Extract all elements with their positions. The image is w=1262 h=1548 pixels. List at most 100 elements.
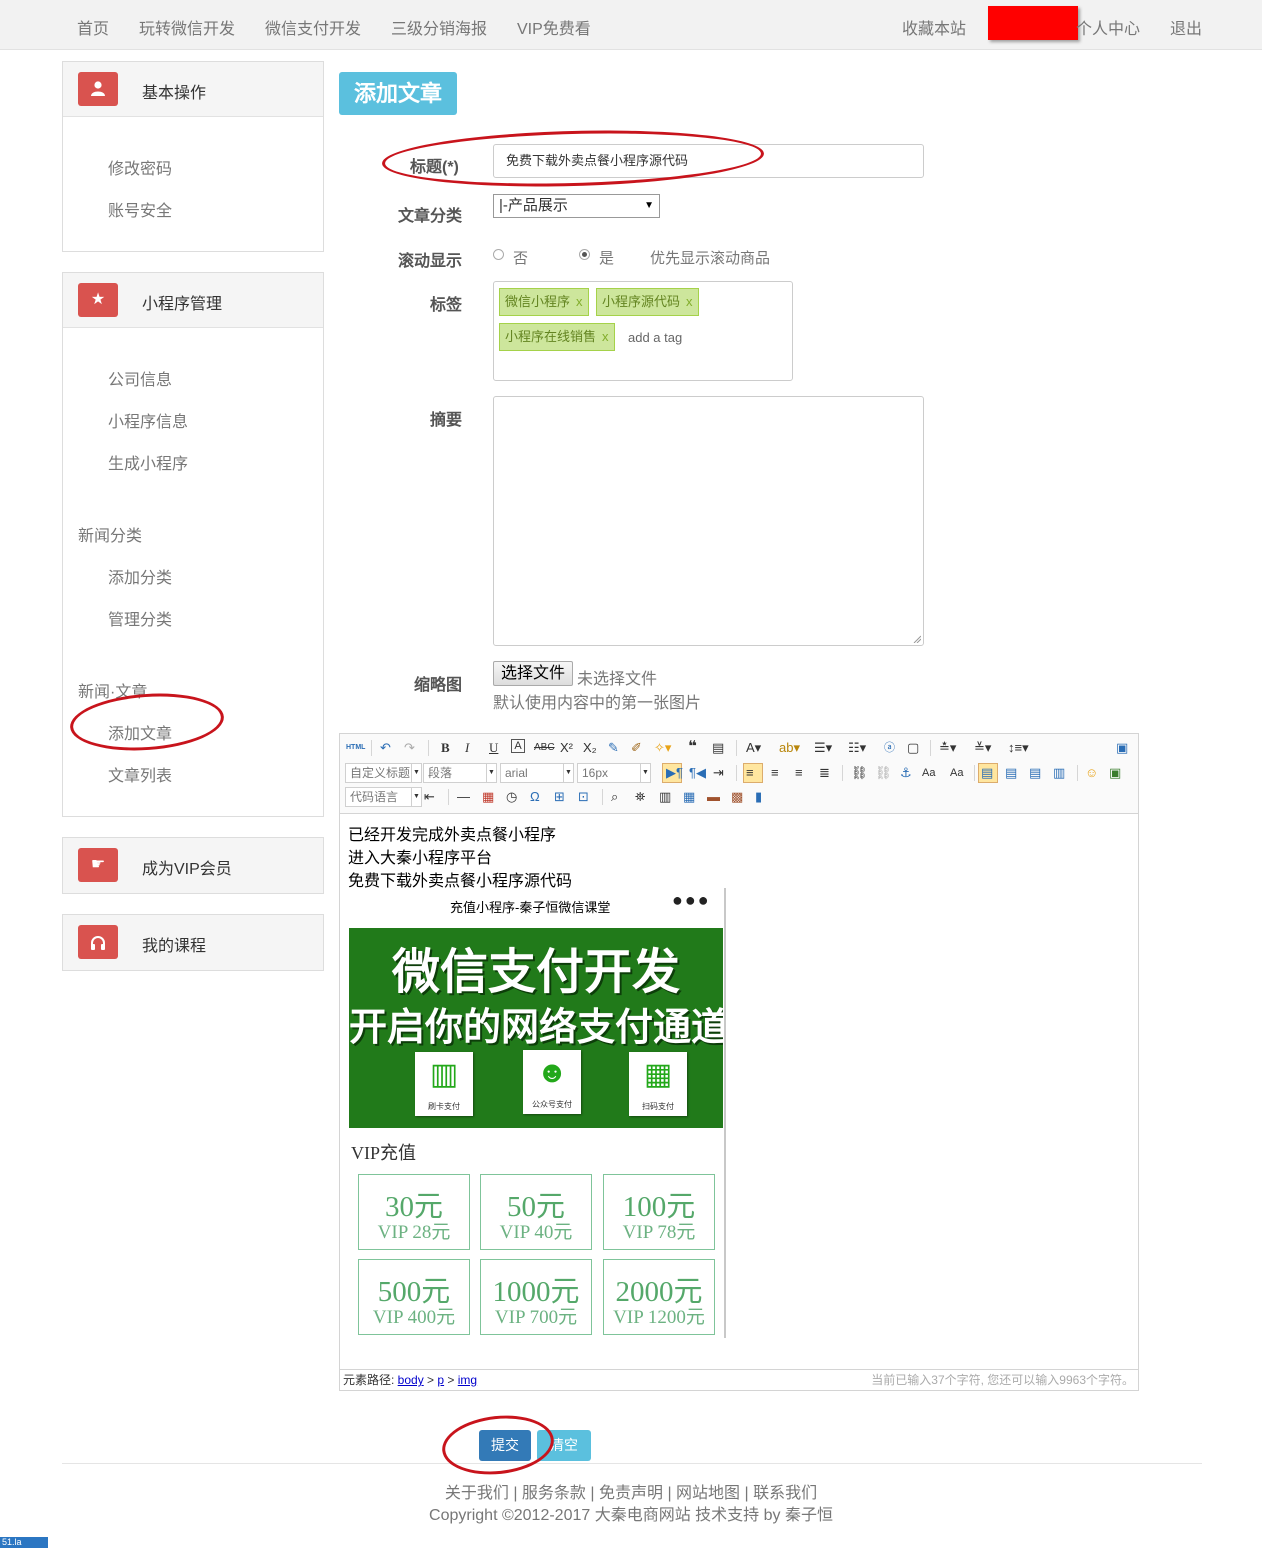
footer-link-sitemap[interactable]: 网站地图	[676, 1485, 740, 1502]
align-center-icon[interactable]: ≡	[771, 764, 779, 782]
wordimage-icon[interactable]: ⊡	[578, 788, 589, 806]
category-select[interactable]: |-产品展示 ▼	[493, 194, 660, 218]
sidebar-item-add-category[interactable]: 添加分类	[108, 564, 172, 588]
clear-format-icon[interactable]: ✐	[631, 739, 642, 757]
ordered-list-icon[interactable]: ☰▾	[814, 739, 832, 757]
image-left-icon[interactable]: ▤	[981, 764, 993, 782]
tags-input-box[interactable]: 微信小程序 x 小程序源代码 x 小程序在线销售 x add a tag	[493, 281, 793, 381]
choose-file-button[interactable]: 选择文件	[493, 661, 573, 686]
html-source-button[interactable]: HTML	[346, 739, 365, 757]
music-icon[interactable]: ▩	[731, 788, 743, 806]
date-icon[interactable]: ▦	[482, 788, 494, 806]
bold-icon[interactable]: B	[441, 739, 450, 757]
horizontal-rule-icon[interactable]: —	[457, 788, 470, 806]
scroll-yes-label[interactable]: 是	[599, 247, 614, 268]
scroll-yes-radio[interactable]	[579, 249, 590, 260]
insert-table-icon[interactable]: ▦	[683, 788, 695, 806]
font-border-icon[interactable]: A	[511, 739, 525, 753]
heading-select[interactable]: 自定义标题 ▼	[345, 763, 422, 783]
align-right-icon[interactable]: ≡	[795, 764, 803, 782]
align-left-icon[interactable]: ≡	[746, 764, 754, 782]
panel-header-basic[interactable]: 基本操作	[63, 62, 323, 117]
italic-icon[interactable]: I	[465, 739, 469, 757]
format-painter-icon[interactable]: ✎	[608, 739, 619, 757]
background-icon[interactable]: ▬	[707, 788, 720, 806]
time-icon[interactable]: ◷	[506, 788, 517, 806]
embedded-phone-screenshot[interactable]: 充值小程序-秦子恒微信课堂 ●●● 微信支付开发 开启你的网络支付通道 ▥ 刷卡…	[340, 888, 726, 1338]
path-body-link[interactable]: body	[398, 1373, 424, 1387]
image-center-icon[interactable]: ▥	[1053, 764, 1065, 782]
sidebar-panel-courses[interactable]: 我的课程	[62, 914, 324, 971]
unlink-icon[interactable]: ⛓	[875, 764, 892, 782]
footer-link-about[interactable]: 关于我们	[445, 1485, 509, 1502]
fullscreen-icon[interactable]: ▣	[1116, 739, 1128, 757]
nav-wechat-pay[interactable]: 微信支付开发	[265, 15, 361, 39]
clear-document-icon[interactable]: ▢	[907, 739, 919, 757]
row-spacing-top-icon[interactable]: ≛▾	[939, 739, 956, 757]
tag-add-input[interactable]: add a tag	[628, 330, 682, 345]
redo-icon[interactable]: ↷	[404, 739, 415, 757]
sidebar-item-change-password[interactable]: 修改密码	[108, 155, 172, 179]
font-size-select[interactable]: 16px ▼	[577, 763, 651, 783]
special-char-icon[interactable]: Ω	[530, 788, 540, 806]
rtl-icon[interactable]: ¶◀	[689, 764, 706, 782]
auto-typeset-icon[interactable]: ✧▾	[654, 739, 671, 757]
sidebar-item-generate-miniapp[interactable]: 生成小程序	[108, 450, 188, 474]
template-icon[interactable]: ▥	[659, 788, 671, 806]
nav-home[interactable]: 首页	[77, 15, 109, 39]
sidebar-item-manage-category[interactable]: 管理分类	[108, 606, 172, 630]
nav-vip-free[interactable]: VIP免费看	[517, 15, 591, 39]
row-spacing-bottom-icon[interactable]: ≚▾	[974, 739, 991, 757]
search-replace-icon[interactable]: ⌕	[611, 788, 618, 806]
nav-wechat-dev[interactable]: 玩转微信开发	[139, 15, 235, 39]
footer-link-contact[interactable]: 联系我们	[753, 1485, 817, 1502]
scroll-no-radio[interactable]	[493, 249, 504, 260]
image-right-icon[interactable]: ▤	[1005, 764, 1017, 782]
nav-logout[interactable]: 退出	[1170, 15, 1202, 39]
sidebar-panel-vip[interactable]: ☛ 成为VIP会员	[62, 837, 324, 894]
scroll-no-label[interactable]: 否	[513, 247, 528, 268]
font-family-select[interactable]: arial ▼	[500, 763, 574, 783]
path-img-link[interactable]: img	[458, 1373, 477, 1387]
image-float-none-icon[interactable]: Aa	[922, 764, 935, 782]
nav-distribution-poster[interactable]: 三级分销海报	[391, 15, 487, 39]
superscript-icon[interactable]: X²	[560, 739, 573, 757]
paragraph-select[interactable]: 段落 ▼	[423, 763, 497, 783]
code-language-select[interactable]: 代码语言 ▼	[345, 787, 422, 807]
paste-plain-icon[interactable]: ▤	[712, 739, 724, 757]
strikethrough-icon[interactable]: ABC	[534, 739, 555, 757]
site-counter-badge[interactable]: 51.la	[0, 1537, 48, 1548]
tag-remove-icon[interactable]: x	[686, 294, 693, 309]
link-icon[interactable]: ⛓	[851, 764, 868, 782]
subscript-icon[interactable]: X₂	[583, 739, 597, 757]
line-height-icon[interactable]: ↕≡▾	[1008, 739, 1029, 757]
panel-header-vip[interactable]: ☛ 成为VIP会员	[63, 838, 323, 893]
select-all-icon[interactable]: ⓐ	[884, 739, 895, 757]
video-icon[interactable]: ▮	[755, 788, 762, 806]
underline-icon[interactable]: U	[489, 739, 498, 757]
preview-icon[interactable]: ⛯	[635, 788, 645, 806]
image-block-icon[interactable]: ▤	[1029, 764, 1041, 782]
blockquote-icon[interactable]: ❝	[688, 738, 697, 756]
panel-header-courses[interactable]: 我的课程	[63, 915, 323, 970]
sidebar-item-miniapp-info[interactable]: 小程序信息	[108, 408, 188, 432]
font-color-icon[interactable]: A▾	[746, 739, 761, 757]
footer-link-terms[interactable]: 服务条款	[522, 1485, 586, 1502]
insert-image-icon[interactable]: ▣	[1109, 764, 1121, 782]
emotion-icon[interactable]: ☺	[1085, 764, 1098, 782]
unordered-list-icon[interactable]: ☷▾	[848, 739, 866, 757]
undo-icon[interactable]: ↶	[380, 739, 391, 757]
image-float-icon[interactable]: Aa	[950, 764, 963, 782]
nav-user-center[interactable]: 个人中心	[1076, 15, 1140, 39]
resize-handle-icon[interactable]	[913, 635, 921, 643]
footer-link-disclaimer[interactable]: 免责声明	[599, 1485, 663, 1502]
editor-line[interactable]: 已经开发完成外卖点餐小程序	[348, 821, 556, 845]
summary-textarea[interactable]	[493, 396, 924, 646]
sidebar-item-account-security[interactable]: 账号安全	[108, 197, 172, 221]
editor-line[interactable]: 进入大秦小程序平台	[348, 844, 492, 868]
tag-remove-icon[interactable]: x	[602, 329, 609, 344]
tag-remove-icon[interactable]: x	[576, 294, 583, 309]
anchor-icon[interactable]: ⚓	[900, 764, 912, 782]
sidebar-item-company-info[interactable]: 公司信息	[108, 366, 172, 390]
nav-bookmark[interactable]: 收藏本站	[902, 15, 966, 39]
